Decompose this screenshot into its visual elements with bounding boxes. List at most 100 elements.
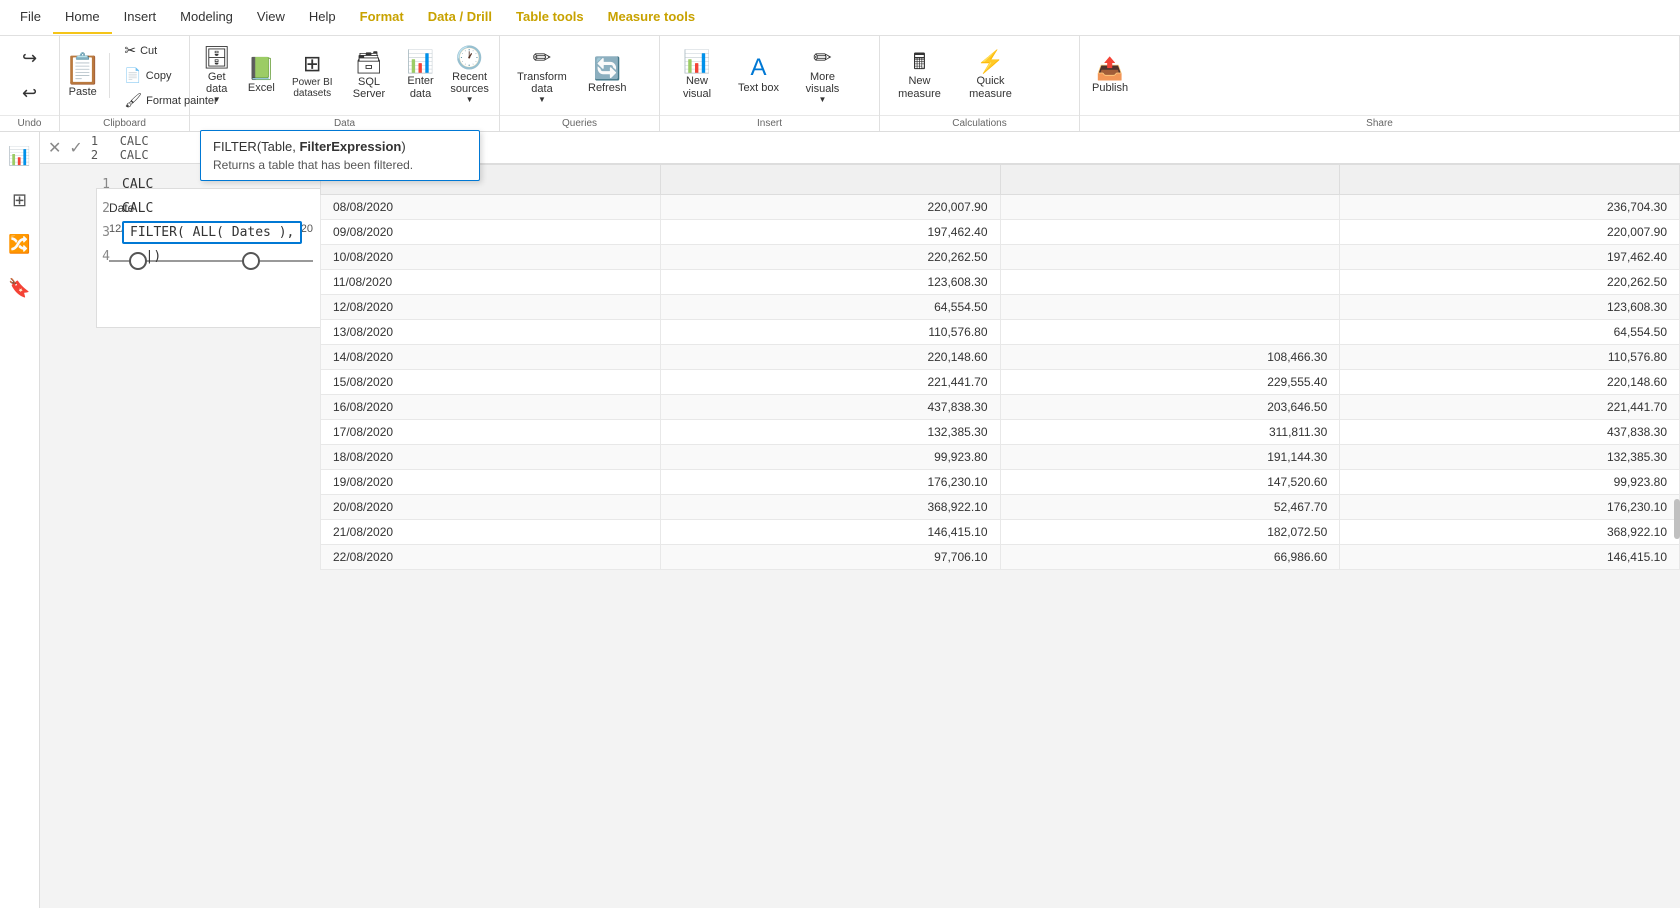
menu-measure-tools[interactable]: Measure tools <box>596 1 707 34</box>
table-row: 11/08/2020 123,608.30 220,262.50 <box>321 270 1680 295</box>
cell-date: 17/08/2020 <box>321 420 661 445</box>
text-box-button[interactable]: A Text box <box>732 52 785 98</box>
data-group-label: Data <box>190 115 499 131</box>
cell-col2: 108,466.30 <box>1000 345 1340 370</box>
autocomplete-title: FILTER(Table, FilterExpression) <box>213 139 467 154</box>
cell-col2: 52,467.70 <box>1000 495 1340 520</box>
ribbon: ↩ ↩ Undo 📋 Paste ✂ Cut 📄 Co <box>0 36 1680 132</box>
cell-col2 <box>1000 320 1340 345</box>
formula-confirm-button[interactable]: ✓ <box>69 138 82 158</box>
report-view-icon[interactable]: 📊 <box>4 140 36 172</box>
publish-button[interactable]: 📤 Publish <box>1086 54 1134 98</box>
table-row: 09/08/2020 197,462.40 220,007.90 <box>321 220 1680 245</box>
menu-view[interactable]: View <box>245 1 297 34</box>
undo-button[interactable]: ↩ <box>16 44 43 73</box>
bookmark-icon[interactable]: 🔖 <box>4 272 36 304</box>
table-row: 13/08/2020 110,576.80 64,554.50 <box>321 320 1680 345</box>
cell-col3: 146,415.10 <box>1340 545 1680 570</box>
menu-modeling[interactable]: Modeling <box>168 1 245 34</box>
cell-col2: 182,072.50 <box>1000 520 1340 545</box>
get-data-button[interactable]: 🗄 Get data ▼ <box>196 43 237 108</box>
data-view-icon[interactable]: ⊞ <box>4 184 36 216</box>
table-row: 18/08/2020 99,923.80 191,144.30 132,385.… <box>321 445 1680 470</box>
cell-date: 13/08/2020 <box>321 320 661 345</box>
table-row: 16/08/2020 437,838.30 203,646.50 221,441… <box>321 395 1680 420</box>
menu-bar: File Home Insert Modeling View Help Form… <box>0 0 1680 36</box>
recent-sources-button[interactable]: 🕐 Recent sources ▼ <box>446 43 493 108</box>
menu-home[interactable]: Home <box>53 1 112 34</box>
new-visual-button[interactable]: 📊 New visual <box>666 47 728 103</box>
vertical-scrollbar[interactable] <box>1674 499 1680 539</box>
cell-col1: 99,923.80 <box>660 445 1000 470</box>
table-row: 22/08/2020 97,706.10 66,986.60 146,415.1… <box>321 545 1680 570</box>
more-visuals-button[interactable]: ✏ More visuals ▼ <box>789 43 856 108</box>
cell-col2 <box>1000 270 1340 295</box>
paste-button[interactable]: 📋 Paste <box>64 53 110 98</box>
table-row: 14/08/2020 220,148.60 108,466.30 110,576… <box>321 345 1680 370</box>
undo-group-label: Undo <box>0 115 59 131</box>
data-table-container: 08/08/2020 220,007.90 236,704.30 09/08/2… <box>320 164 1680 908</box>
cell-col3: 197,462.40 <box>1340 245 1680 270</box>
code-editor: 1 CALC 2 CALC 3 FILTER( ALL( Dates ), 4 … <box>90 172 302 268</box>
table-row: 21/08/2020 146,415.10 182,072.50 368,922… <box>321 520 1680 545</box>
cell-col1: 220,148.60 <box>660 345 1000 370</box>
new-measure-button[interactable]: 🖩 New measure <box>886 47 953 103</box>
cell-date: 16/08/2020 <box>321 395 661 420</box>
code-line-3: 3 FILTER( ALL( Dates ), <box>90 220 302 244</box>
highlighted-code[interactable]: FILTER( ALL( Dates ), <box>122 221 302 244</box>
menu-file[interactable]: File <box>8 1 53 34</box>
cell-col3: 176,230.10 <box>1340 495 1680 520</box>
insert-group: 📊 New visual A Text box ✏ More visuals ▼… <box>660 36 880 131</box>
left-sidebar: 📊 ⊞ 🔀 🔖 <box>0 132 40 908</box>
transform-data-button[interactable]: ✏ Transform data ▼ <box>506 43 578 108</box>
cell-col3: 220,007.90 <box>1340 220 1680 245</box>
code-line-2: 2 CALC <box>90 196 302 220</box>
share-group-label: Share <box>1080 115 1679 131</box>
cell-col3: 132,385.30 <box>1340 445 1680 470</box>
autocomplete-popup: FILTER(Table, FilterExpression) Returns … <box>200 130 480 181</box>
cell-col1: 64,554.50 <box>660 295 1000 320</box>
cell-col2 <box>1000 295 1340 320</box>
cell-col2: 191,144.30 <box>1000 445 1340 470</box>
table-row: 17/08/2020 132,385.30 311,811.30 437,838… <box>321 420 1680 445</box>
cell-col1: 220,262.50 <box>660 245 1000 270</box>
menu-format[interactable]: Format <box>348 1 416 34</box>
redo-button[interactable]: ↩ <box>16 79 43 108</box>
autocomplete-bold: FilterExpression <box>299 139 401 154</box>
powerbi-button[interactable]: ⊞ Power BI datasets <box>285 49 339 103</box>
share-group: 📤 Publish Share <box>1080 36 1680 131</box>
cell-col1: 123,608.30 <box>660 270 1000 295</box>
excel-button[interactable]: 📗 Excel <box>241 54 281 98</box>
refresh-button[interactable]: 🔄 Refresh <box>582 54 633 98</box>
cell-col1: 220,007.90 <box>660 195 1000 220</box>
quick-measure-button[interactable]: ⚡ Quick measure <box>957 47 1024 103</box>
cell-date: 12/08/2020 <box>321 295 661 320</box>
cell-col3: 99,923.80 <box>1340 470 1680 495</box>
table-row: 12/08/2020 64,554.50 123,608.30 <box>321 295 1680 320</box>
cell-date: 14/08/2020 <box>321 345 661 370</box>
cell-col1: 221,441.70 <box>660 370 1000 395</box>
enter-data-button[interactable]: 📊 Enter data <box>399 47 442 103</box>
cell-date: 09/08/2020 <box>321 220 661 245</box>
undo-group: ↩ ↩ Undo <box>0 36 60 131</box>
cell-col1: 368,922.10 <box>660 495 1000 520</box>
col-header-3 <box>1340 165 1680 195</box>
menu-help[interactable]: Help <box>297 1 348 34</box>
cell-date: 15/08/2020 <box>321 370 661 395</box>
formula-close-button[interactable]: ✕ <box>48 138 61 158</box>
menu-table-tools[interactable]: Table tools <box>504 1 596 34</box>
cell-col3: 220,148.60 <box>1340 370 1680 395</box>
cell-col2: 66,986.60 <box>1000 545 1340 570</box>
cell-col3: 64,554.50 <box>1340 320 1680 345</box>
cell-col1: 132,385.30 <box>660 420 1000 445</box>
cell-date: 18/08/2020 <box>321 445 661 470</box>
cell-date: 21/08/2020 <box>321 520 661 545</box>
menu-insert[interactable]: Insert <box>112 1 169 34</box>
cell-col2: 203,646.50 <box>1000 395 1340 420</box>
sql-button[interactable]: 🗃 SQL Server <box>343 48 395 104</box>
cell-col3: 110,576.80 <box>1340 345 1680 370</box>
menu-data-drill[interactable]: Data / Drill <box>416 1 504 34</box>
clipboard-group-label: Clipboard <box>60 115 189 131</box>
col-header-2 <box>1000 165 1340 195</box>
model-view-icon[interactable]: 🔀 <box>4 228 36 260</box>
